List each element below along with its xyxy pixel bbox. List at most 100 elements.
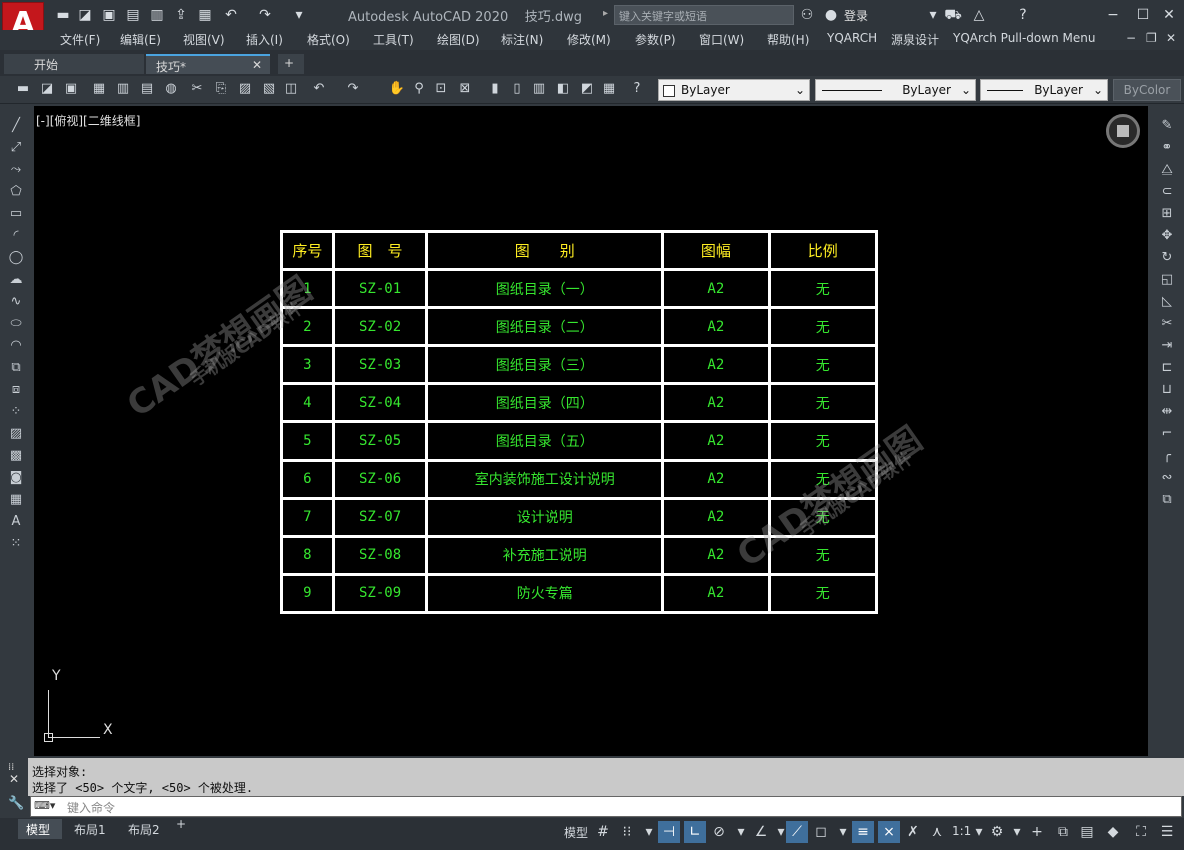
search-input[interactable]: 键入关键字或短语 bbox=[614, 5, 794, 25]
table-cell[interactable]: 图纸目录（五） bbox=[425, 420, 665, 462]
mirror-icon[interactable]: ⧋ bbox=[1156, 160, 1178, 180]
polar-icon[interactable]: ⊘ bbox=[708, 821, 730, 843]
grid-icon[interactable]: # bbox=[592, 821, 614, 843]
viewport-controls[interactable]: [-][俯视][二维线框] bbox=[36, 112, 140, 129]
hatch-icon[interactable]: ▨ bbox=[5, 424, 27, 444]
table-cell[interactable]: SZ-06 bbox=[331, 458, 429, 500]
table-cell[interactable]: 补充施工说明 bbox=[425, 534, 665, 576]
plot-icon[interactable]: ▦ bbox=[90, 80, 108, 98]
new-tab-button[interactable]: + bbox=[278, 54, 304, 74]
array-icon[interactable]: ⊞ bbox=[1156, 204, 1178, 224]
table-cell[interactable]: SZ-01 bbox=[331, 268, 429, 310]
table-cell[interactable]: SZ-03 bbox=[331, 344, 429, 386]
model-space-button[interactable]: 模型 bbox=[564, 824, 588, 844]
menu-dimension[interactable]: 标注(N) bbox=[501, 31, 543, 48]
chevron-down-icon[interactable]: ▾ bbox=[1006, 821, 1028, 843]
add-selected-icon[interactable]: ⁙ bbox=[5, 534, 27, 554]
close-tab-icon[interactable]: ✕ bbox=[252, 58, 262, 72]
table-cell[interactable]: 设计说明 bbox=[425, 496, 665, 538]
zoom-realtime-icon[interactable]: ⚲ bbox=[410, 80, 428, 98]
menu-draw[interactable]: 绘图(D) bbox=[437, 31, 480, 48]
table-cell[interactable]: 6 bbox=[280, 458, 335, 500]
menu-tools[interactable]: 工具(T) bbox=[373, 31, 414, 48]
fillet-icon[interactable]: ╭ bbox=[1156, 446, 1178, 466]
design-center-icon[interactable]: ▯ bbox=[508, 80, 526, 98]
doc-close-icon[interactable]: ✕ bbox=[1166, 31, 1176, 45]
menu-parametric[interactable]: 参数(P) bbox=[635, 31, 676, 48]
menu-view[interactable]: 视图(V) bbox=[183, 31, 225, 48]
markup-icon[interactable]: ◩ bbox=[578, 80, 596, 98]
tab-layout1[interactable]: 布局1 bbox=[68, 819, 112, 839]
tab-layout2[interactable]: 布局2 bbox=[122, 819, 166, 839]
ortho-icon[interactable]: ∟ bbox=[684, 821, 706, 843]
drawing-table[interactable]: 序号图 号图 别图幅 比例 1 SZ-01 图纸目录（一） A2 无 2 SZ-02 图纸目录（二… bbox=[280, 229, 879, 615]
ellipse-arc-icon[interactable]: ◠ bbox=[5, 336, 27, 356]
plot-style-dropdown[interactable]: ByColor bbox=[1113, 79, 1181, 101]
wrench-icon[interactable]: 🔧 bbox=[8, 796, 24, 811]
table-cell[interactable]: 无 bbox=[767, 572, 879, 615]
linetype-dropdown[interactable]: ByLayer ⌄ bbox=[815, 79, 976, 101]
trim-icon[interactable]: ✂ bbox=[1156, 314, 1178, 334]
table-cell[interactable]: 7 bbox=[280, 496, 335, 538]
line-icon[interactable]: ╱ bbox=[5, 116, 27, 136]
table-cell[interactable]: A2 bbox=[661, 306, 771, 348]
chevron-down-icon[interactable]: ▾ bbox=[832, 821, 854, 843]
menu-window[interactable]: 窗口(W) bbox=[699, 31, 744, 48]
table-cell[interactable]: A2 bbox=[661, 572, 771, 615]
table-header-cell[interactable]: 图 别 bbox=[425, 229, 665, 272]
table-cell[interactable]: SZ-09 bbox=[331, 572, 429, 615]
doc-restore-icon[interactable]: ❐ bbox=[1146, 31, 1157, 45]
construction-line-icon[interactable]: ⤢ bbox=[5, 138, 27, 158]
menu-edit[interactable]: 编辑(E) bbox=[120, 31, 161, 48]
osnap-icon[interactable]: ⟋ bbox=[786, 821, 808, 843]
menu-yqarch[interactable]: YQARCH bbox=[827, 31, 877, 45]
viewcube[interactable] bbox=[1106, 114, 1140, 148]
customization-menu-icon[interactable]: ☰ bbox=[1156, 821, 1178, 843]
annotation-visibility-icon[interactable]: ✗ bbox=[902, 821, 924, 843]
menu-yuanquan[interactable]: 源泉设计 bbox=[891, 31, 939, 48]
infer-constraints-icon[interactable]: ⊣ bbox=[658, 821, 680, 843]
save-icon[interactable]: ▣ bbox=[62, 80, 80, 98]
open-file-icon[interactable]: ◪ bbox=[76, 6, 94, 24]
table-cell[interactable]: SZ-02 bbox=[331, 306, 429, 348]
mtext-icon[interactable]: A bbox=[5, 512, 27, 532]
annotation-scale-icon[interactable]: ⋏ bbox=[926, 821, 948, 843]
snap-icon[interactable]: ⁝⁝ bbox=[616, 821, 638, 843]
help-icon[interactable]: ? bbox=[628, 80, 646, 98]
table-cell[interactable]: 9 bbox=[280, 572, 335, 615]
table-cell[interactable]: 室内装饰施工设计说明 bbox=[425, 458, 665, 500]
add-layout-button[interactable]: + bbox=[176, 817, 186, 837]
dynamic-ucs-icon[interactable]: ≡ bbox=[852, 821, 874, 843]
table-cell[interactable]: 无 bbox=[767, 344, 879, 386]
open-web-icon[interactable]: ⇪ bbox=[172, 6, 190, 24]
close-command-icon[interactable]: ✕ bbox=[9, 772, 19, 786]
print-icon[interactable]: ▦ bbox=[196, 6, 214, 24]
insert-block-icon[interactable]: ⧉ bbox=[5, 358, 27, 378]
table-cell[interactable]: 图纸目录（三） bbox=[425, 344, 665, 386]
calculator-icon[interactable]: ▦ bbox=[600, 80, 618, 98]
spline-icon[interactable]: ∿ bbox=[5, 292, 27, 312]
save-as-icon[interactable]: ▤ bbox=[124, 6, 142, 24]
table-cell[interactable]: 无 bbox=[767, 382, 879, 424]
zoom-previous-icon[interactable]: ⊠ bbox=[456, 80, 474, 98]
tab-model[interactable]: 模型 bbox=[18, 819, 62, 839]
maximize-icon[interactable]: ☐ bbox=[1134, 6, 1152, 24]
pan-icon[interactable]: ✋ bbox=[388, 80, 406, 98]
publish-icon[interactable]: ▤ bbox=[138, 80, 156, 98]
isolate-objects-icon[interactable]: ◆ bbox=[1102, 821, 1124, 843]
table-cell[interactable]: 图纸目录（二） bbox=[425, 306, 665, 348]
undo-icon[interactable]: ↶ bbox=[222, 6, 240, 24]
table-header-cell[interactable]: 图 号 bbox=[331, 229, 429, 272]
point-icon[interactable]: ⁘ bbox=[5, 402, 27, 422]
gradient-icon[interactable]: ▩ bbox=[5, 446, 27, 466]
cart-icon[interactable]: ⛟ bbox=[944, 6, 962, 24]
save-icon[interactable]: ▣ bbox=[100, 6, 118, 24]
chevron-down-icon[interactable]: ▾ bbox=[638, 821, 660, 843]
table-cell[interactable]: SZ-08 bbox=[331, 534, 429, 576]
layer-color-dropdown[interactable]: ByLayer ⌄ bbox=[658, 79, 810, 101]
table-cell[interactable]: SZ-04 bbox=[331, 382, 429, 424]
doc-minimize-icon[interactable]: − bbox=[1126, 31, 1136, 45]
lineweight-dropdown[interactable]: ByLayer ⌄ bbox=[980, 79, 1108, 101]
table-cell[interactable]: SZ-07 bbox=[331, 496, 429, 538]
menu-file[interactable]: 文件(F) bbox=[60, 31, 100, 48]
